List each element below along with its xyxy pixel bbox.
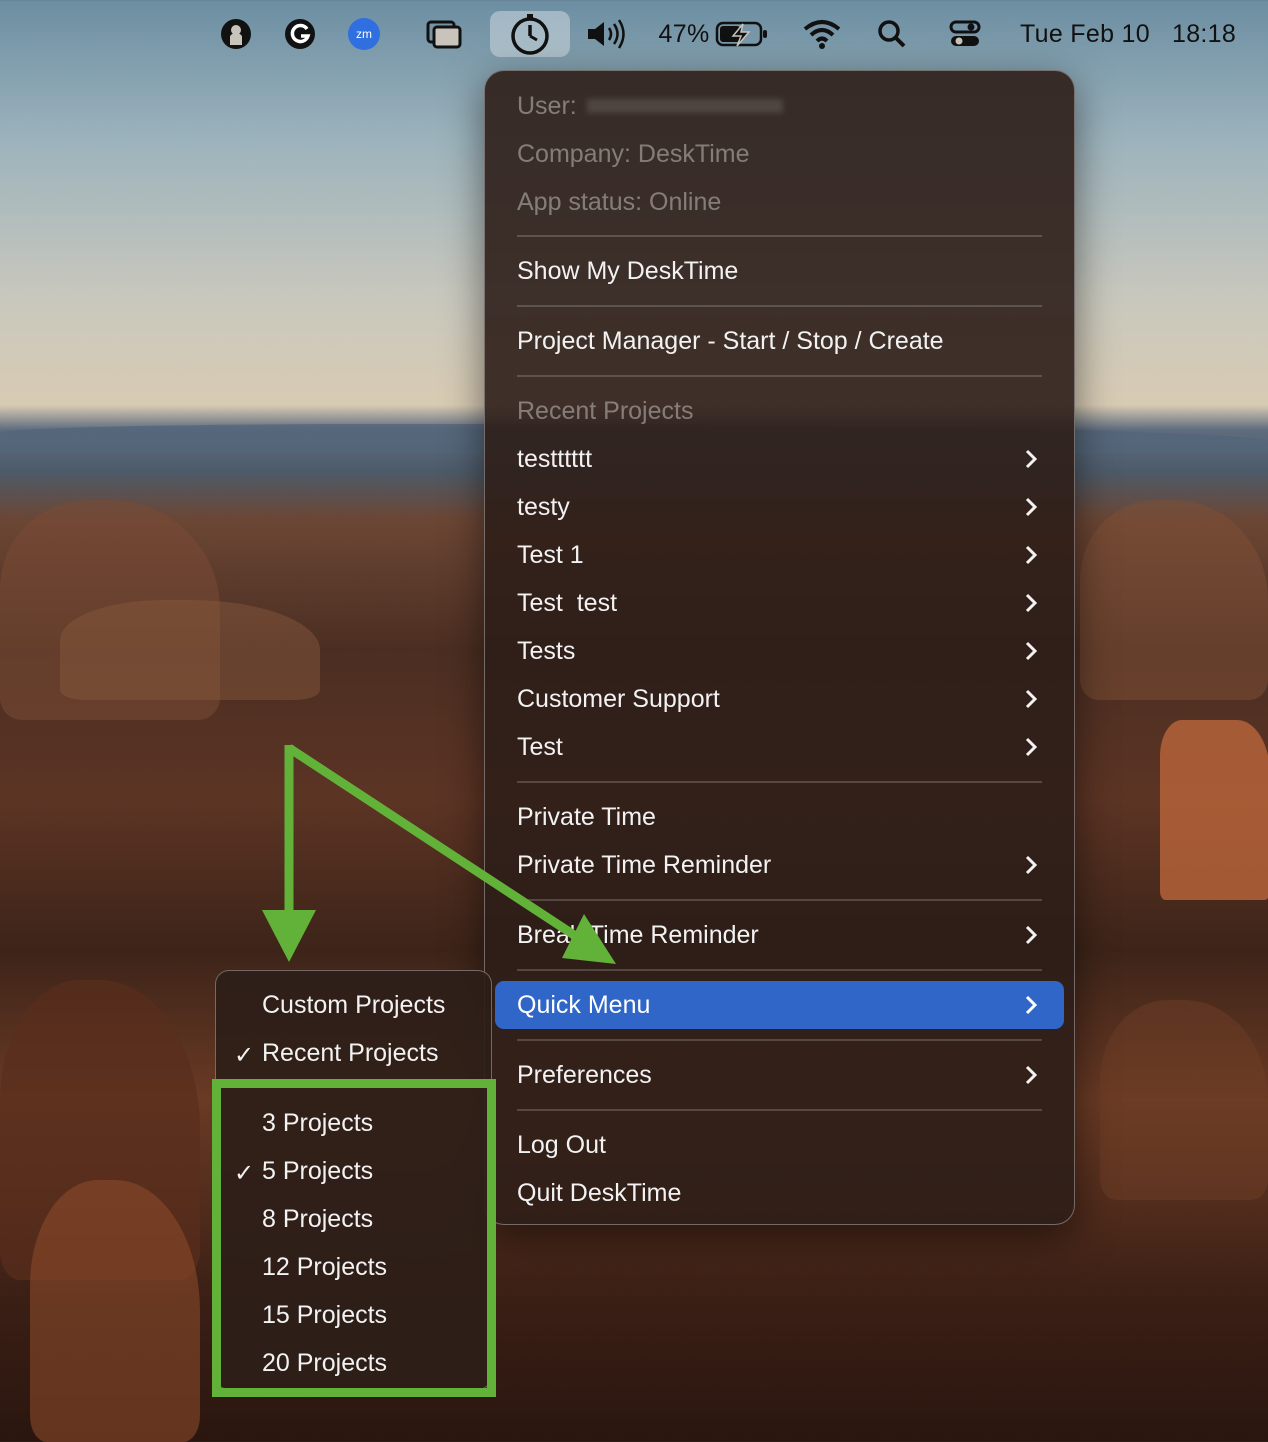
annotation-arrow-down [262, 745, 316, 962]
annotation-arrows [262, 744, 616, 964]
annotation-arrow-diagonal [286, 744, 616, 964]
